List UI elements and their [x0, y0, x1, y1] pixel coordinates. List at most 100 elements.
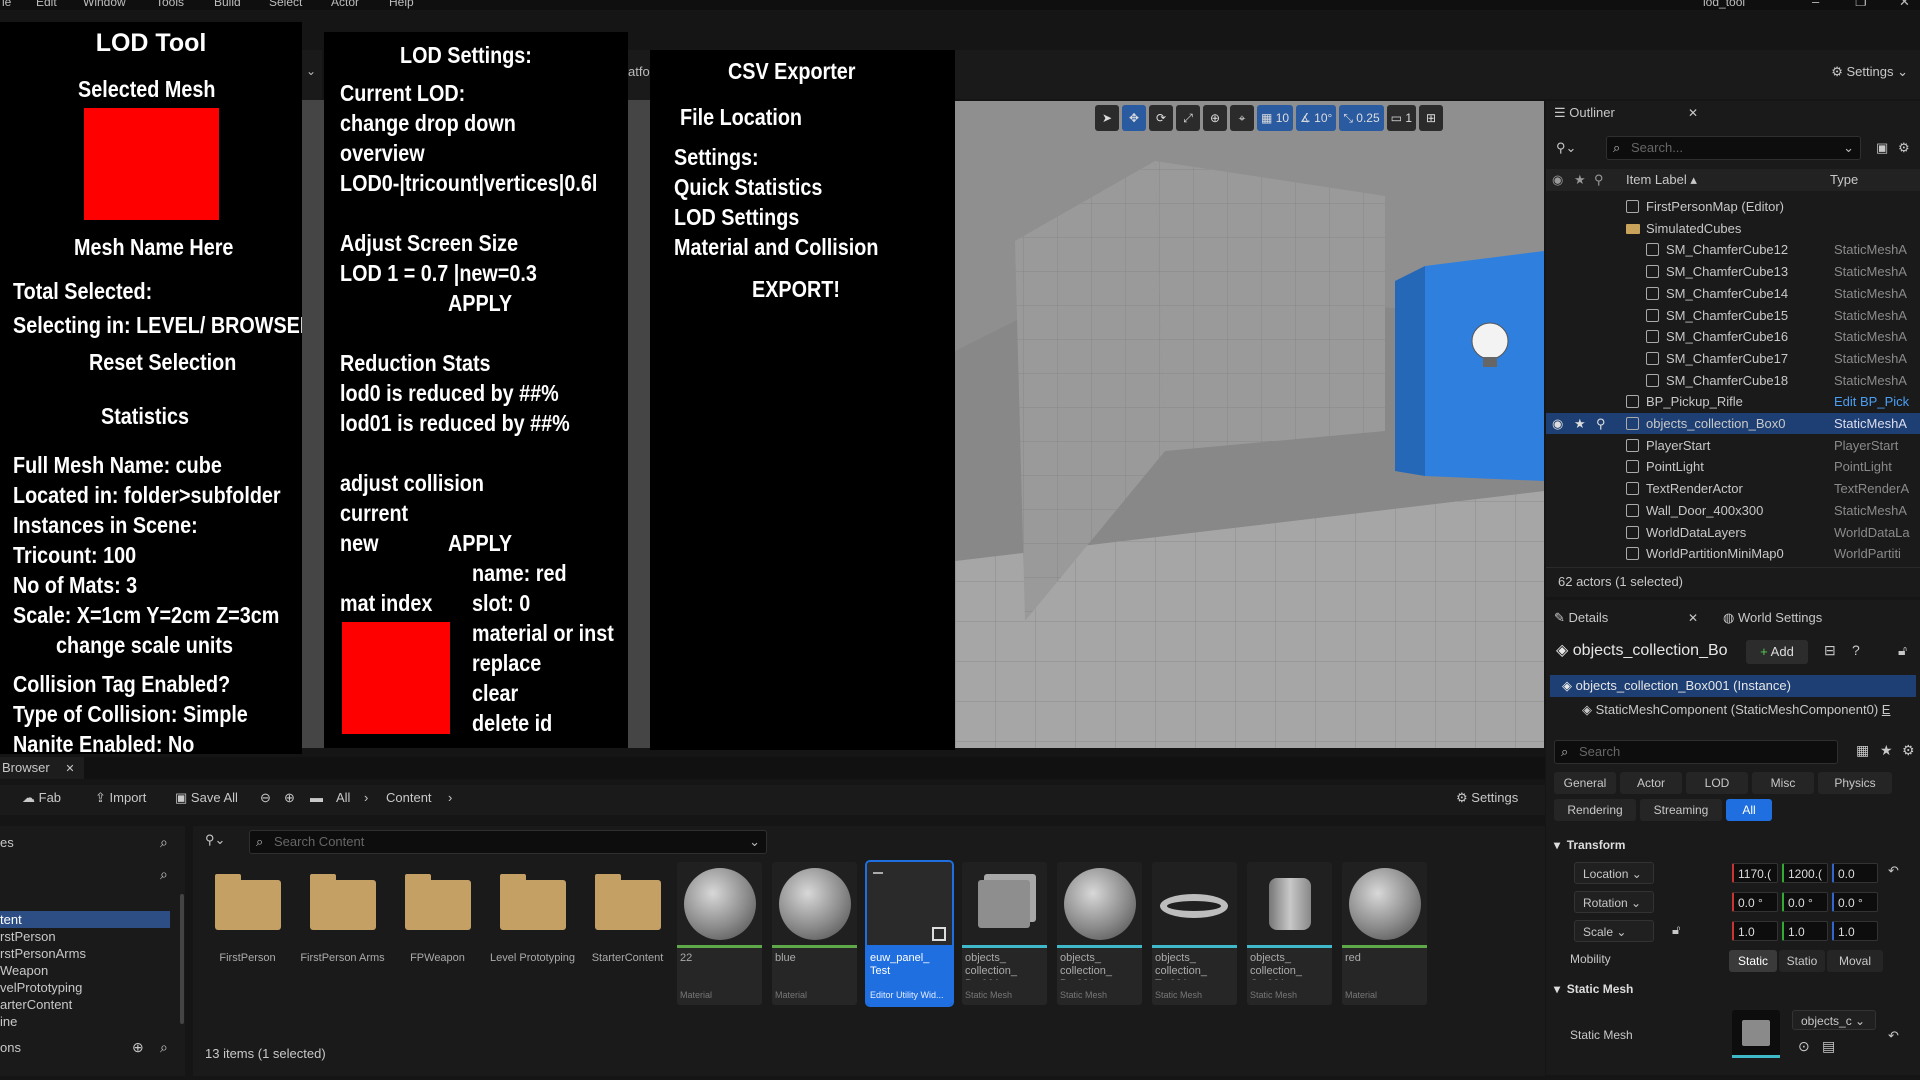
tree-item[interactable]: velPrototyping	[0, 979, 170, 996]
filter-tab[interactable]: Rendering	[1554, 799, 1636, 821]
static-mesh-section[interactable]: ▾ Static Mesh	[1554, 982, 1633, 996]
tree-item[interactable]: rstPersonArms	[0, 945, 170, 962]
collision-new[interactable]: new	[340, 528, 385, 558]
reset-selection-button[interactable]: Reset Selection	[89, 347, 260, 377]
filter-tab[interactable]: All	[1726, 799, 1772, 821]
tree-item[interactable]: arterContent	[0, 996, 170, 1013]
content-search-input[interactable]: ⌕ Search Content ⌄	[249, 830, 767, 854]
mobility-static[interactable]: Static	[1729, 950, 1777, 972]
visibility-icon[interactable]: ◉	[1552, 413, 1563, 434]
menu-actor[interactable]: Actor	[331, 0, 359, 9]
outliner-row[interactable]: FirstPersonMap (Editor)	[1546, 196, 1920, 217]
filter-tab[interactable]: General	[1554, 772, 1616, 794]
menu-file[interactable]: le	[2, 0, 11, 9]
pin-icon[interactable]: ⚲	[1594, 169, 1604, 191]
panel-dropdown[interactable]: ⌄	[302, 50, 322, 100]
mobility-movable[interactable]: Moval	[1827, 950, 1883, 972]
outliner-tab[interactable]: ☰ Outliner	[1554, 101, 1615, 125]
pin-icon[interactable]: ⚲	[1596, 413, 1606, 434]
close-tab-icon[interactable]: ✕	[1688, 606, 1698, 630]
outliner-row[interactable]: SimulatedCubes	[1546, 218, 1920, 239]
import-button[interactable]: ⇪ Import	[95, 790, 146, 806]
folder-tile[interactable]: StarterContent	[585, 862, 670, 1005]
search-icon[interactable]: ⌕	[160, 866, 168, 883]
outliner-row[interactable]: SM_ChamferCube18 StaticMeshA	[1546, 370, 1920, 391]
outliner-row[interactable]: Wall_Door_400x300 StaticMeshA	[1546, 500, 1920, 521]
add-component-button[interactable]: + Add	[1746, 640, 1808, 664]
folder-tile[interactable]: FPWeapon	[395, 862, 480, 1005]
level-viewport[interactable]: ➤ ✥ ⟳ ⤢ ⊕ ⌖ ▦ 10 ∡ 10° ⤡ 0.25 ▭ 1 ⊞	[955, 101, 1544, 748]
material-collision-option[interactable]: Material and Collision	[674, 232, 912, 262]
move-tool-icon[interactable]: ✥	[1122, 105, 1146, 131]
details-tab[interactable]: ✎ Details	[1554, 606, 1608, 630]
change-scale-units-button[interactable]: change scale units	[56, 630, 262, 660]
minimize-icon[interactable]: –	[1812, 0, 1819, 9]
close-tab-icon[interactable]: ✕	[1688, 101, 1698, 125]
menu-help[interactable]: Help	[389, 0, 414, 9]
viewport-settings-button[interactable]: ⚙ Settings ⌄	[1831, 64, 1908, 80]
static-mesh-picker[interactable]: objects_c ⌄	[1792, 1010, 1876, 1030]
table-view-icon[interactable]: ▦	[1856, 742, 1869, 759]
close-icon[interactable]: ✕	[1899, 0, 1910, 10]
outliner-row[interactable]: TextRenderActor TextRenderA	[1546, 478, 1920, 499]
rotation-z[interactable]: 0.0 °	[1832, 892, 1878, 912]
path-all[interactable]: All	[336, 790, 350, 805]
location-y[interactable]: 1200.(	[1782, 863, 1828, 883]
camera-speed-button[interactable]: ▭ 1	[1386, 105, 1416, 131]
file-location-button[interactable]: File Location	[680, 102, 822, 132]
forward-icon[interactable]: ⊕	[284, 790, 295, 806]
tree-item[interactable]: Weapon	[0, 962, 170, 979]
asset-tile[interactable]: 22 Material	[677, 862, 762, 1005]
menu-build[interactable]: Build	[214, 0, 241, 9]
menu-select[interactable]: Select	[269, 0, 302, 9]
scale-dropdown[interactable]: Scale ⌄	[1574, 920, 1654, 942]
tree-item[interactable]: rstPerson	[0, 928, 170, 945]
asset-tile[interactable]: blue Material	[772, 862, 857, 1005]
outliner-row[interactable]: WorldDataLayers WorldDataLa	[1546, 522, 1920, 543]
menu-window[interactable]: Window	[83, 0, 126, 9]
replace-button[interactable]: replace	[472, 648, 553, 678]
outliner-row[interactable]: SM_ChamferCube13 StaticMeshA	[1546, 261, 1920, 282]
scale-snap-button[interactable]: ⤡ 0.25	[1339, 105, 1384, 131]
quick-statistics-option[interactable]: Quick Statistics	[674, 172, 847, 202]
column-type[interactable]: Type	[1830, 169, 1858, 191]
rotate-tool-icon[interactable]: ⟳	[1149, 105, 1173, 131]
menu-edit[interactable]: Edit	[36, 0, 57, 9]
rotation-dropdown[interactable]: Rotation ⌄	[1574, 891, 1654, 913]
component-row[interactable]: ◈ StaticMeshComponent (StaticMeshCompone…	[1550, 699, 1916, 721]
tree-item[interactable]: ine	[0, 1013, 170, 1030]
tab-fragment[interactable]: atfo	[628, 50, 650, 100]
folder-tile[interactable]: FirstPerson	[205, 862, 290, 1005]
scale-y[interactable]: 1.0	[1782, 921, 1828, 941]
folder-tile[interactable]: Level Prototyping	[490, 862, 575, 1005]
reset-icon[interactable]: ↶	[1888, 863, 1899, 879]
transform-section[interactable]: ▾ Transform	[1554, 838, 1625, 852]
outliner-row[interactable]: BP_Pickup_Rifle Edit BP_Pick	[1546, 391, 1920, 412]
content-browser-tab[interactable]: Browser ✕	[0, 757, 84, 779]
tree-scrollbar[interactable]	[180, 894, 184, 1024]
lod1-screen-size[interactable]: LOD 1 = 0.7 |new=0.3	[340, 258, 569, 288]
star-icon[interactable]: ★	[1574, 413, 1586, 434]
scale-z[interactable]: 1.0	[1832, 921, 1878, 941]
outliner-row[interactable]: SM_ChamferCube12 StaticMeshA	[1546, 239, 1920, 260]
world-space-icon[interactable]: ⊕	[1203, 105, 1227, 131]
search-icon[interactable]: ⌕	[160, 1039, 168, 1056]
asset-tile[interactable]: objects_ collection_ B...001 Static Mesh	[1057, 862, 1142, 1005]
visibility-icon[interactable]: ◉	[1552, 169, 1563, 191]
filter-tab[interactable]: LOD	[1686, 772, 1748, 794]
lod-settings-option[interactable]: LOD Settings	[674, 202, 820, 232]
scale-tool-icon[interactable]: ⤢	[1176, 105, 1200, 131]
star-icon[interactable]: ★	[1574, 169, 1586, 191]
asset-tile[interactable]: euw_panel_ Test Editor Utility Wid...	[865, 860, 954, 1007]
asset-tile[interactable]: objects_ collection_ B...001 Static Mesh	[962, 862, 1047, 1005]
path-content[interactable]: Content	[386, 790, 432, 805]
grid-snap-button[interactable]: ▦ 10	[1257, 105, 1294, 131]
cb-settings-button[interactable]: ⚙ Settings	[1456, 790, 1518, 806]
rotation-y[interactable]: 0.0 °	[1782, 892, 1828, 912]
outliner-row[interactable]: PointLight PointLight	[1546, 456, 1920, 477]
restore-icon[interactable]: ❐	[1855, 0, 1867, 10]
select-tool-icon[interactable]: ➤	[1095, 105, 1119, 131]
outliner-row[interactable]: SM_ChamferCube17 StaticMeshA	[1546, 348, 1920, 369]
outliner-row[interactable]: PlayerStart PlayerStart	[1546, 435, 1920, 456]
lock-icon[interactable]: 🔓︎	[1898, 642, 1907, 659]
